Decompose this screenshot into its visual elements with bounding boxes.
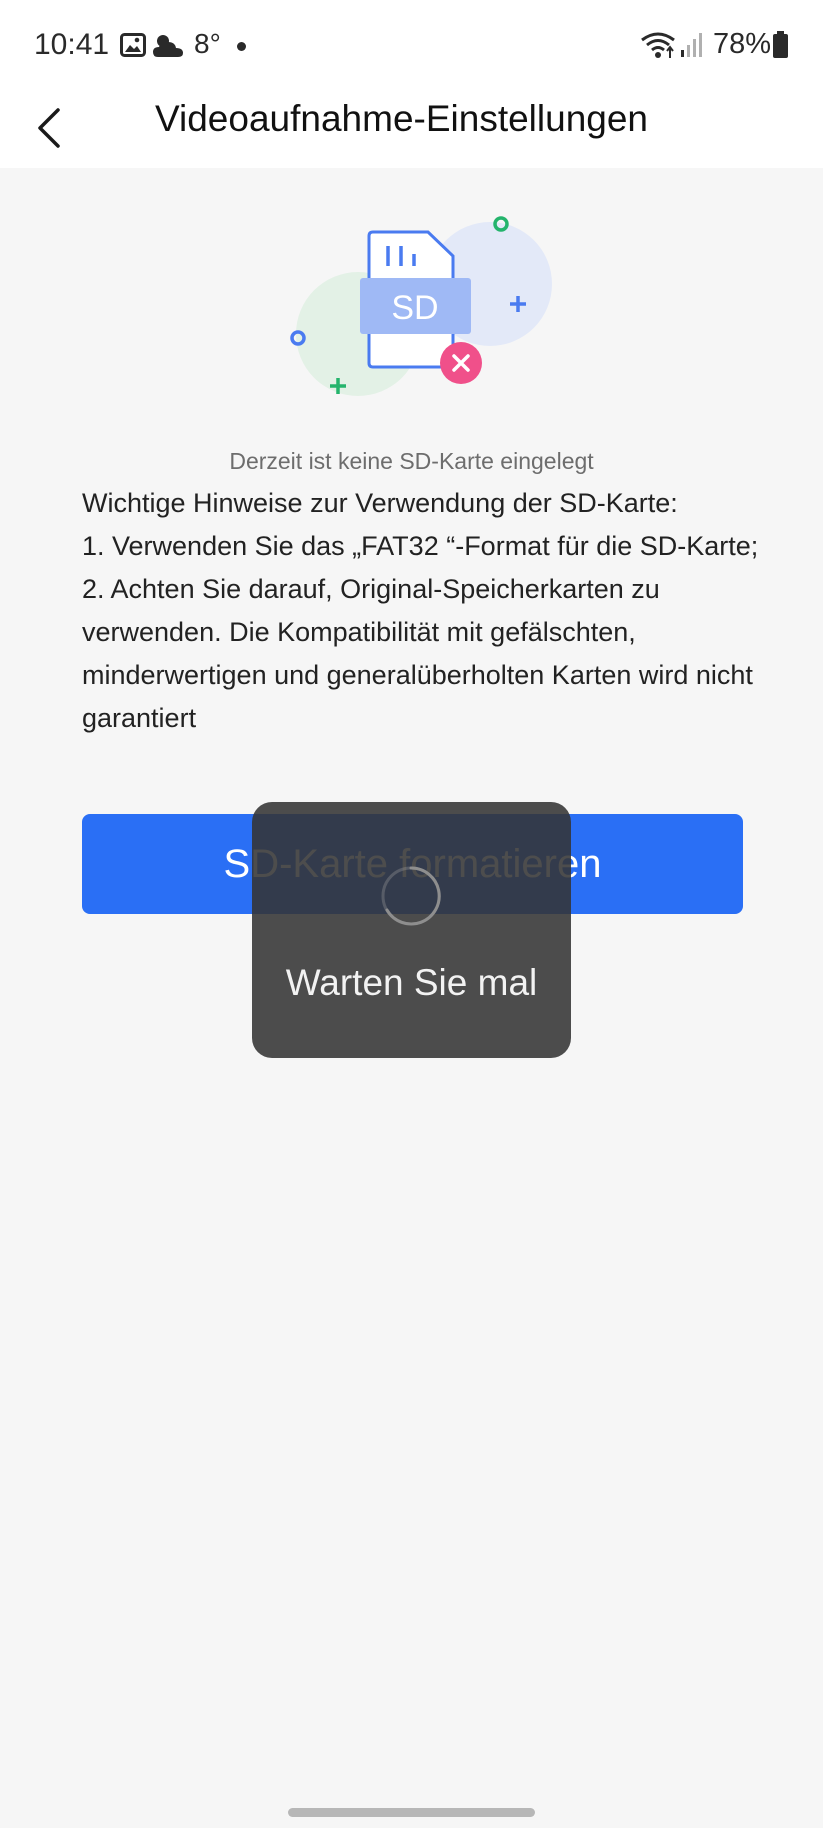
back-arrow-icon — [38, 108, 60, 148]
loading-dialog: Warten Sie mal — [252, 802, 571, 1058]
notification-dot — [237, 42, 246, 51]
wifi-icon — [641, 32, 675, 58]
loading-spinner-icon — [381, 866, 441, 926]
battery-icon — [773, 31, 788, 58]
usage-notes: Wichtige Hinweise zur Verwendung der SD-… — [82, 482, 762, 740]
page-title: Videoaufnahme-Einstellungen — [155, 98, 649, 139]
status-time: 10:41 — [34, 28, 110, 61]
signal-icon — [681, 33, 702, 57]
notes-heading: Wichtige Hinweise zur Verwendung der SD-… — [82, 488, 678, 518]
sd-card-status: Derzeit ist keine SD-Karte eingelegt — [229, 448, 594, 474]
cloudy-weather-icon — [153, 35, 183, 57]
back-button[interactable] — [26, 94, 86, 162]
home-indicator[interactable] — [288, 1808, 535, 1817]
app-header: Videoaufnahme-Einstellungen — [0, 92, 823, 168]
gallery-icon — [120, 33, 146, 57]
status-bar: 10:41 8° 78% — [0, 0, 823, 92]
note-item: 2. Achten Sie darauf, Original-Speicherk… — [82, 574, 753, 733]
app-screen: 10:41 8° 78% Videoaufnahme-Einstellungen… — [0, 0, 823, 1828]
loading-text: Warten Sie mal — [285, 962, 538, 1003]
no-sd-card-illustration: SD — [290, 216, 552, 396]
note-item: 1. Verwenden Sie das „FAT32 “-Format für… — [82, 531, 759, 561]
status-battery-level: 78% — [713, 28, 772, 60]
status-temperature: 8° — [194, 28, 221, 59]
sd-card-label: SD — [391, 289, 438, 327]
